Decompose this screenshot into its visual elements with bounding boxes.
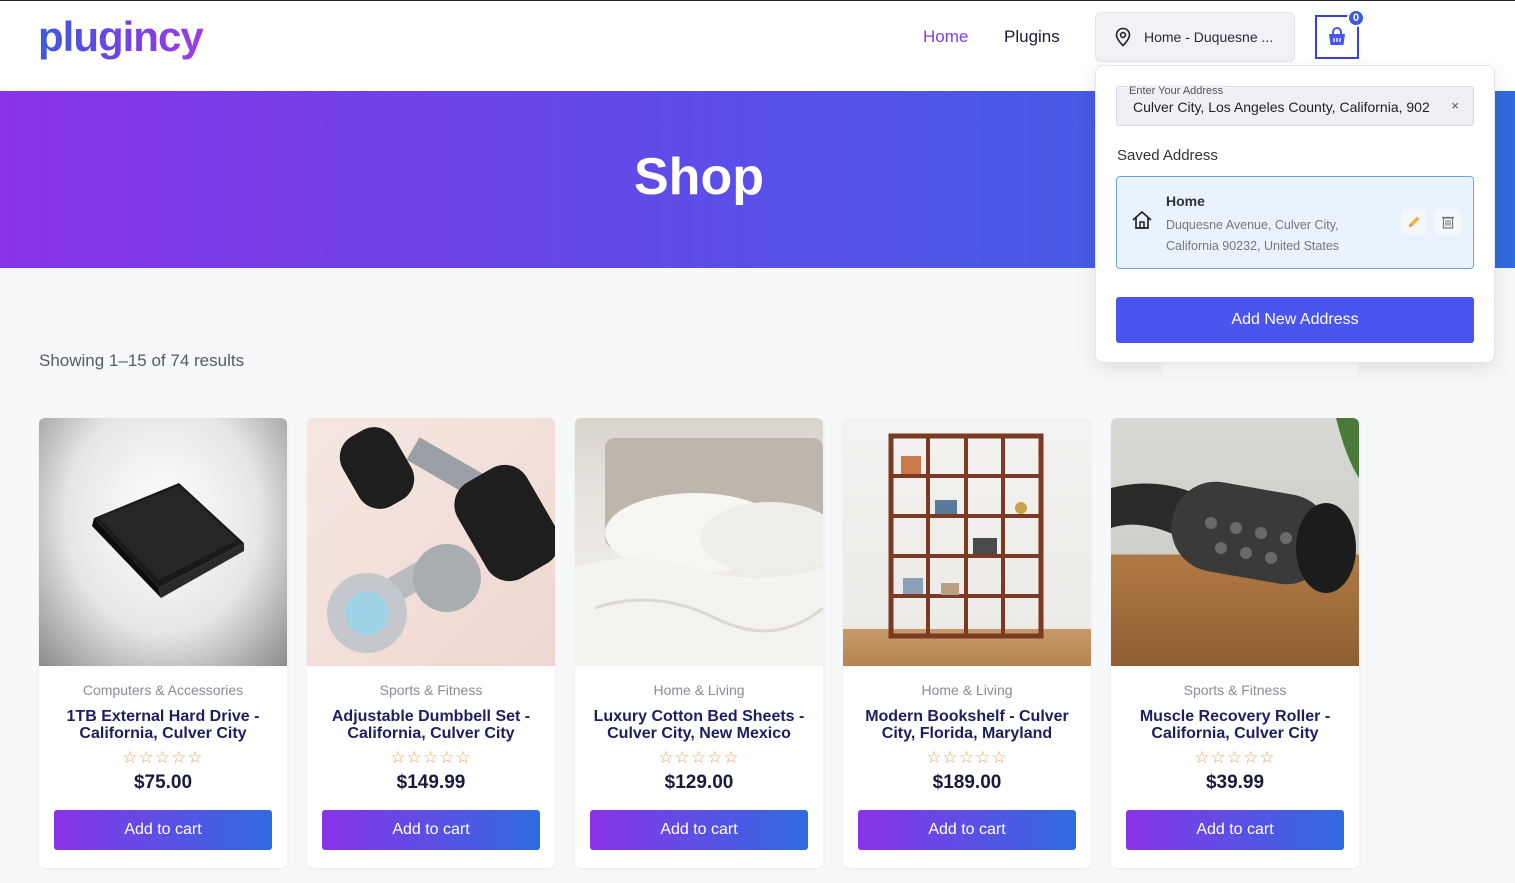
product-card: Computers & Accessories 1TB External Har… [39,418,287,868]
product-price: $129.00 [664,772,734,793]
bookshelf-image[interactable] [843,418,1091,666]
nav-plugins[interactable]: Plugins [1004,27,1060,47]
add-new-address-button[interactable]: Add New Address [1116,297,1474,343]
product-card: Home & Living Luxury Cotton Bed Sheets -… [575,418,823,868]
foam-roller-image[interactable] [1111,418,1359,666]
site-logo[interactable]: plugincy [38,13,204,61]
product-price: $189.00 [932,772,1002,793]
add-to-cart-button[interactable]: Add to cart [322,810,540,850]
product-category[interactable]: Sports & Fitness [317,682,545,698]
address-popover: Enter Your Address Culver City, Los Ange… [1095,65,1495,363]
add-to-cart-button[interactable]: Add to cart [590,810,808,850]
star-rating: ☆☆☆☆☆ [122,748,204,767]
address-input-label: Enter Your Address [1127,85,1226,97]
product-title[interactable]: Modern Bookshelf - Culver City, Florida,… [853,708,1081,742]
cart-count-badge: 0 [1347,9,1365,27]
add-to-cart-button[interactable]: Add to cart [1126,810,1344,850]
product-card: Sports & Fitness Muscle Recovery Roller … [1111,418,1359,868]
add-to-cart-button[interactable]: Add to cart [54,810,272,850]
nav-home[interactable]: Home [923,27,968,47]
results-count: Showing 1–15 of 74 results [39,351,245,370]
product-price: $75.00 [133,772,193,793]
add-to-cart-button[interactable]: Add to cart [858,810,1076,850]
product-card: Sports & Fitness Adjustable Dumbbell Set… [307,418,555,868]
product-price: $149.99 [396,772,466,793]
product-title[interactable]: Muscle Recovery Roller - California, Cul… [1121,708,1349,742]
product-category[interactable]: Home & Living [585,682,813,698]
product-card: Home & Living Modern Bookshelf - Culver … [843,418,1091,868]
bed-sheets-image[interactable] [575,418,823,666]
product-category[interactable]: Sports & Fitness [1121,682,1349,698]
product-title[interactable]: Adjustable Dumbbell Set - California, Cu… [317,708,545,742]
star-rating: ☆☆☆☆☆ [1194,748,1276,767]
cart-button[interactable]: 0 [1315,9,1365,59]
location-selector-label: Home - Duquesne ... [1144,29,1274,45]
saved-address-name: Home [1166,193,1205,209]
product-title[interactable]: Luxury Cotton Bed Sheets - Culver City, … [585,708,813,742]
clear-icon[interactable]: × [1451,98,1459,113]
star-rating: ☆☆☆☆☆ [926,748,1008,767]
product-price: $39.99 [1205,772,1265,793]
product-title[interactable]: 1TB External Hard Drive - California, Cu… [49,708,277,742]
saved-address-line2: California 90232, United States [1166,239,1340,253]
edit-pencil-icon[interactable] [1401,209,1427,235]
hard-drive-image[interactable] [39,418,287,666]
address-input-value[interactable]: Culver City, Los Angeles County, Califor… [1133,99,1438,115]
saved-address-card[interactable]: Home Duquesne Avenue, Culver City, Calif… [1116,176,1474,269]
shopping-bag-icon [1329,27,1345,45]
product-category[interactable]: Computers & Accessories [49,682,277,698]
dumbbell-image[interactable] [307,418,555,666]
location-pin-icon [1115,27,1131,47]
saved-address-line1: Duquesne Avenue, Culver City, [1166,218,1339,232]
home-icon [1132,210,1152,229]
location-selector-button[interactable]: Home - Duquesne ... [1095,12,1295,62]
product-category[interactable]: Home & Living [853,682,1081,698]
star-rating: ☆☆☆☆☆ [390,748,472,767]
star-rating: ☆☆☆☆☆ [658,748,740,767]
saved-address-heading: Saved Address [1117,147,1218,164]
address-input-field[interactable]: Enter Your Address Culver City, Los Ange… [1116,85,1474,126]
trash-icon[interactable] [1435,209,1461,235]
